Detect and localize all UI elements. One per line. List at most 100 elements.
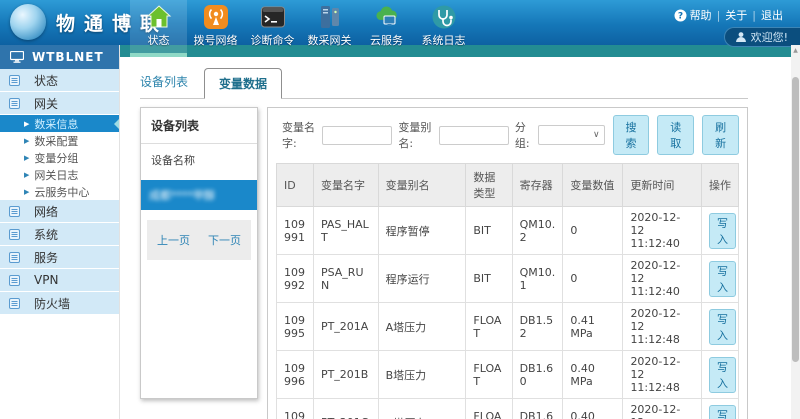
nav-item-拨号网络[interactable]: 拨号网络 [187,0,244,57]
table-cell: FLOAT [466,303,512,351]
table-cell: DB1.60 [512,351,563,399]
sidebar-item-云服务中心[interactable]: ▶云服务中心 [0,183,119,200]
write-button[interactable]: 写入 [709,309,736,345]
table-header-row: ID变量名字变量别名数据类型寄存器变量数值更新时间操作 [277,164,739,207]
table-cell: FLOAT [466,351,512,399]
sidebar-item-label: 服务 [34,249,58,266]
nav-item-label: 状态 [148,32,170,48]
main-content: 设备列表 变量数据 设备列表 设备名称 成都****甲醇 上一页 下一页 变量名… [120,57,800,419]
user-icon [735,31,747,43]
sidebar-items: 状态网关▶数采信息▶数采配置▶变量分组▶网关日志▶云服务中心网络系统服务VPN防… [0,69,119,315]
sidebar-item-label: 数采信息 [34,116,78,132]
nav-item-诊断命令[interactable]: 诊断命令 [244,0,301,57]
nav-item-状态[interactable]: 状态 [130,0,187,57]
table-cell: FLOAT [466,399,512,419]
table-cell: 2020-12-12 11:12:48 [623,399,702,419]
sidebar-item-数采信息[interactable]: ▶数采信息 [0,115,119,132]
table-cell: DB1.52 [512,303,563,351]
sidebar-item-网关[interactable]: 网关 [0,92,119,115]
sidebar-item-label: 防火墙 [34,295,70,312]
link-separator: | [717,9,721,22]
sidebar-item-label: 网关 [34,95,58,112]
vertical-scrollbar[interactable]: ▲ [791,45,800,419]
sidebar-item-数采配置[interactable]: ▶数采配置 [0,132,119,149]
tab-variable-data[interactable]: 变量数据 [204,68,282,99]
table-cell: 109995 [277,303,314,351]
table-cell-action: 写入 [701,399,738,419]
signal-icon [203,4,229,30]
group-select[interactable]: ∨ [538,125,604,145]
column-header: ID [277,164,314,207]
column-header: 更新时间 [623,164,702,207]
sidebar-item-label: VPN [34,273,58,287]
write-button[interactable]: 写入 [709,357,736,393]
scroll-up-icon[interactable]: ▲ [791,47,800,54]
device-next-page-link[interactable]: 下一页 [208,232,241,248]
sidebar-item-防火墙[interactable]: 防火墙 [0,292,119,315]
nav-item-系统日志[interactable]: 系统日志 [415,0,472,57]
logout-link[interactable]: 退出 [761,7,783,23]
terminal-icon [260,4,286,30]
sidebar-item-label: 网关日志 [34,167,78,183]
device-prev-page-link[interactable]: 上一页 [157,232,190,248]
write-button[interactable]: 写入 [709,405,736,419]
sidebar: WTBLNET 状态网关▶数采信息▶数采配置▶变量分组▶网关日志▶云服务中心网络… [0,45,120,419]
table-cell-action: 写入 [701,255,738,303]
device-name-header: 设备名称 [141,144,257,180]
sidebar-item-VPN[interactable]: VPN [0,269,119,292]
refresh-button[interactable]: 刷新 [702,115,739,155]
column-header: 变量数值 [563,164,623,207]
sidebar-item-网关日志[interactable]: ▶网关日志 [0,166,119,183]
document-icon [9,75,27,86]
sidebar-item-服务[interactable]: 服务 [0,246,119,269]
stethoscope-icon [431,4,457,30]
monitor-icon [10,51,24,63]
table-cell: 2020-12-12 11:12:40 [623,255,702,303]
var-alias-input[interactable] [439,126,509,145]
home-icon [146,4,172,30]
device-list-panel: 设备列表 设备名称 成都****甲醇 上一页 下一页 [140,107,258,399]
selected-device-item[interactable]: 成都****甲醇 [141,180,257,210]
write-button[interactable]: 写入 [709,213,736,249]
table-cell: 109991 [277,207,314,255]
help-icon: ? [674,9,687,22]
read-button[interactable]: 读取 [657,115,694,155]
svg-text:?: ? [677,11,682,21]
table-cell: BIT [466,207,512,255]
sidebar-item-状态[interactable]: 状态 [0,69,119,92]
welcome-badge[interactable]: 欢迎您! [724,27,800,47]
write-button[interactable]: 写入 [709,261,736,297]
var-name-input[interactable] [322,126,392,145]
table-cell: PAS_HALT [313,207,378,255]
document-icon [9,206,27,217]
document-icon [9,98,27,109]
document-icon [9,298,27,309]
triangle-right-icon: ▶ [24,137,29,145]
table-cell: DB1.68 [512,399,563,419]
scrollbar-thumb[interactable] [792,77,799,362]
chevron-down-icon: ∨ [593,130,600,140]
table-cell: 2020-12-12 11:12:48 [623,351,702,399]
column-header: 变量名字 [313,164,378,207]
sidebar-item-系统[interactable]: 系统 [0,223,119,246]
table-cell: 程序运行 [378,255,466,303]
nav-item-label: 系统日志 [422,32,466,48]
help-link[interactable]: ? 帮助 [674,7,712,23]
nav-item-label: 拨号网络 [194,32,238,48]
table-cell: B塔压力 [378,351,466,399]
table-cell: PT_201A [313,303,378,351]
nav-item-数采网关[interactable]: 数采网关 [301,0,358,57]
logo-sphere-icon [10,4,46,40]
table-cell: 109997 [277,399,314,419]
table-cell: BIT [466,255,512,303]
header-links: ? 帮助 | 关于 | 退出 [669,7,788,23]
tab-device-list[interactable]: 设备列表 [140,73,194,98]
search-button[interactable]: 搜索 [613,115,650,155]
sidebar-item-网络[interactable]: 网络 [0,200,119,223]
sidebar-item-变量分组[interactable]: ▶变量分组 [0,149,119,166]
table-row: 109996PT_201BB塔压力FLOATDB1.600.40 MPa2020… [277,351,739,399]
nav-item-云服务[interactable]: 云服务 [358,0,415,57]
table-cell: PT_201B [313,351,378,399]
about-link[interactable]: 关于 [725,7,747,23]
table-cell: 2020-12-12 11:12:48 [623,303,702,351]
